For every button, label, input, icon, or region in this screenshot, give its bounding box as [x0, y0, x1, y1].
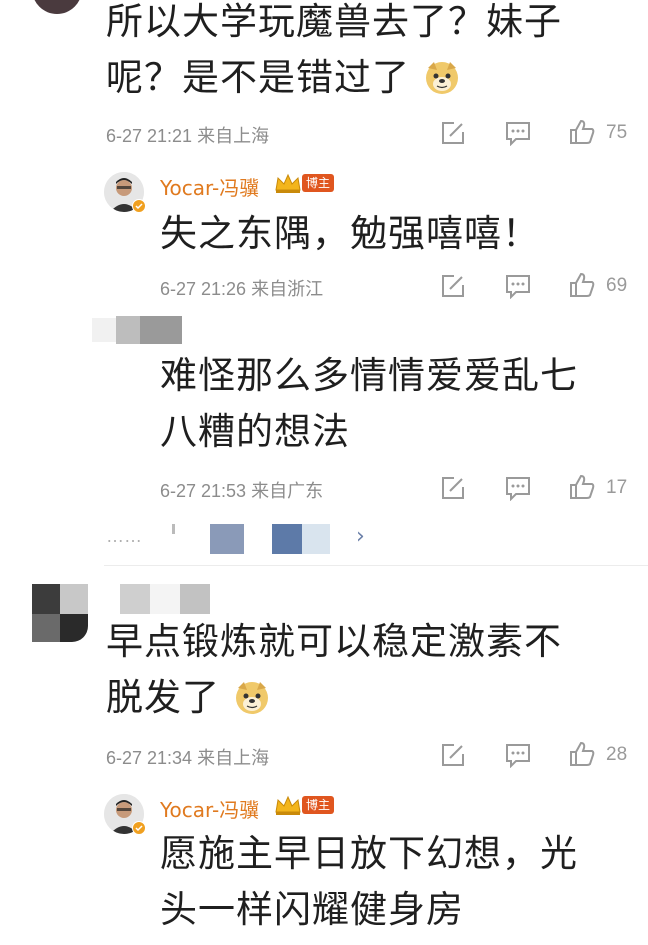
doge-emoji-icon — [423, 56, 461, 94]
reply-text: 愿施主早日放下幻想，光 头一样闪耀健身房 — [160, 832, 578, 931]
comment-avatar-blurred[interactable] — [32, 584, 88, 644]
more-replies-link[interactable]: …… › — [104, 520, 384, 560]
like-count: 69 — [606, 275, 628, 296]
reply-username[interactable]: Yocar-冯骥 — [160, 794, 259, 823]
reply-meta: 6-27 21:53 来自广东 — [160, 481, 324, 501]
reply-text: 失之东隅，勉强嘻嘻！ — [160, 212, 540, 255]
comment-text: 所以大学玩魔兽去了？妹子 呢？是不是错过了 — [106, 0, 562, 99]
reply-username[interactable]: Yocar-冯骥 — [160, 172, 259, 201]
reply-username-blurred[interactable] — [92, 316, 182, 344]
like-count: 17 — [606, 477, 628, 498]
like-count: 28 — [606, 744, 628, 765]
reply-meta: 6-27 21:26 来自浙江 — [160, 279, 324, 299]
like-count: 75 — [606, 122, 628, 143]
like-icon[interactable] — [568, 118, 596, 146]
blogger-badge: 博主 — [302, 796, 335, 814]
reply-text: 难怪那么多情情爱爱乱七 八糟的想法 — [160, 354, 578, 453]
crown-icon — [274, 172, 302, 194]
edit-icon[interactable] — [440, 273, 466, 299]
blogger-badge: 博主 — [302, 174, 335, 192]
crown-icon — [274, 794, 302, 816]
edit-icon[interactable] — [440, 475, 466, 501]
comment-icon[interactable] — [504, 120, 532, 146]
comment-icon[interactable] — [504, 475, 532, 501]
comment-text: 早点锻炼就可以稳定激素不 脱发了 — [106, 620, 562, 719]
verified-icon — [132, 199, 146, 213]
divider — [104, 565, 648, 566]
like-icon[interactable] — [568, 271, 596, 299]
verified-icon — [132, 821, 146, 835]
doge-emoji-icon — [233, 676, 271, 714]
comment-icon[interactable] — [504, 742, 532, 768]
comment-meta: 6-27 21:34 来自上海 — [106, 748, 270, 768]
like-icon[interactable] — [568, 473, 596, 501]
chevron-right-icon: › — [356, 524, 365, 549]
edit-icon[interactable] — [440, 120, 466, 146]
like-icon[interactable] — [568, 740, 596, 768]
comment-username-blurred[interactable] — [120, 584, 210, 614]
edit-icon[interactable] — [440, 742, 466, 768]
comment-meta: 6-27 21:21 来自上海 — [106, 126, 270, 146]
comment-avatar-blurred[interactable] — [32, 0, 82, 14]
comment-icon[interactable] — [504, 273, 532, 299]
